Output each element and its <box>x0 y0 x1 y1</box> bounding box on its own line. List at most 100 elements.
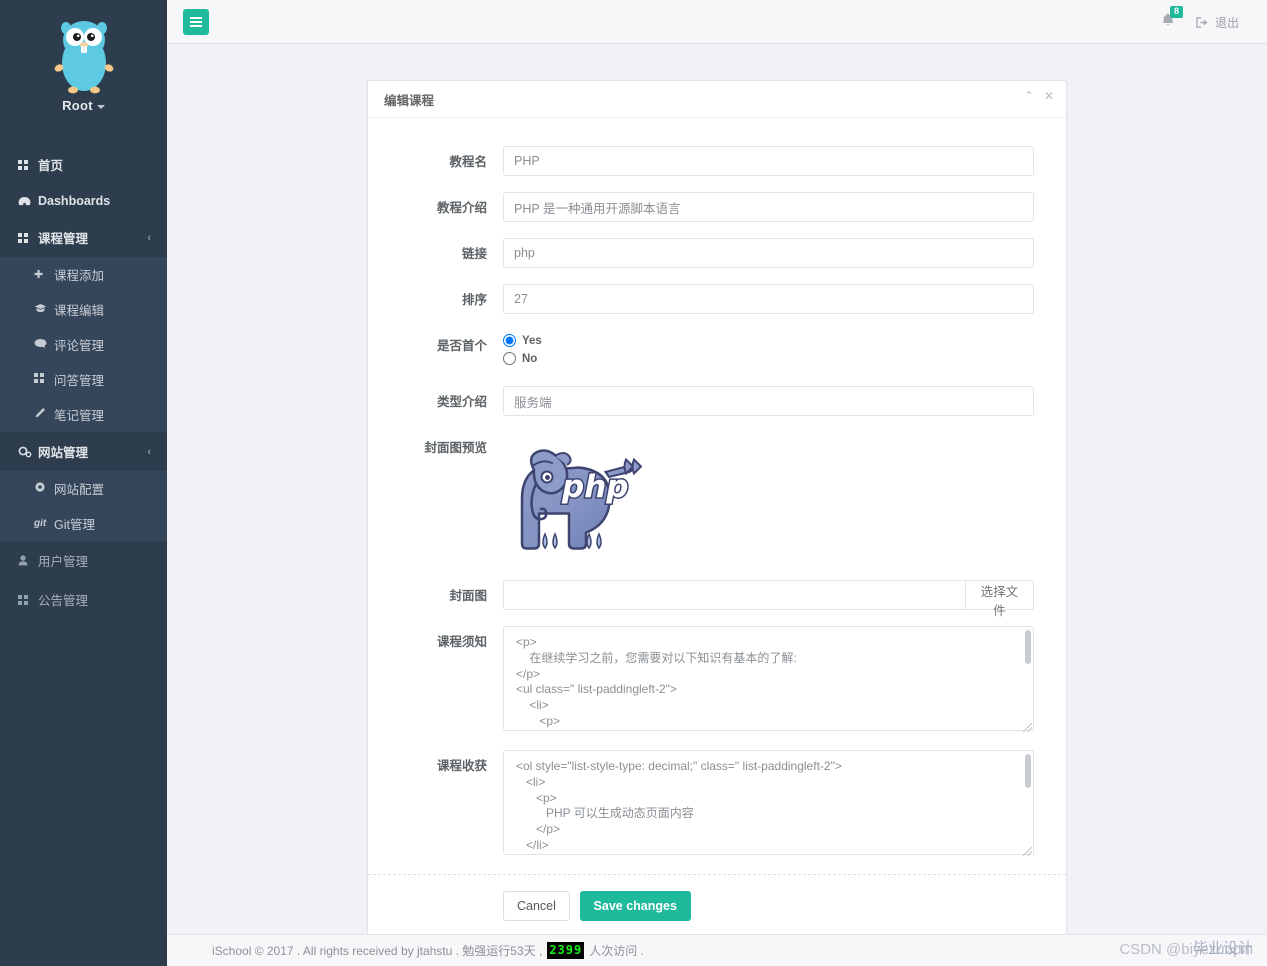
graduation-cap-icon <box>34 303 54 316</box>
notification-badge: 8 <box>1169 6 1183 18</box>
sidebar-item-comment-management[interactable]: 评论管理 <box>0 327 167 362</box>
panel-body: 教程名 教程介绍 链接 排序 <box>368 118 1066 858</box>
sidebar-profile[interactable]: Root <box>0 0 167 119</box>
field-row-sort: 排序 <box>400 284 1034 314</box>
scrollbar-thumb[interactable] <box>1025 630 1031 664</box>
sidebar-item-label: 问答管理 <box>54 374 105 388</box>
sidebar-submenu-course: ✚ 课程添加 课程编辑 评论管理 问答管理 笔记管理 <box>0 257 167 432</box>
is-first-yes-radio[interactable] <box>503 334 516 347</box>
grid-icon <box>18 232 38 243</box>
sidebar-item-label: 网站配置 <box>54 483 105 497</box>
git-icon: git <box>34 518 47 529</box>
sign-out-icon <box>1196 16 1208 28</box>
sidebar-item-site-management[interactable]: 网站管理 ‹ <box>0 432 167 471</box>
field-row-course-gains: 课程收获 <ol style="list-style-type: decimal… <box>400 750 1034 858</box>
sidebar-item-user-management[interactable]: 用户管理 <box>0 541 167 580</box>
notifications-button[interactable]: 8 <box>1161 6 1183 32</box>
link-input[interactable] <box>503 238 1034 268</box>
edit-course-panel: 编辑课程 ⌃ ✕ 教程名 教程介绍 <box>367 80 1067 934</box>
course-intro-input[interactable] <box>503 192 1034 222</box>
course-name-input[interactable] <box>503 146 1034 176</box>
field-row-cover-upload: 封面图 选择文件 <box>400 580 1034 618</box>
label-course-intro: 教程介绍 <box>436 201 487 215</box>
panel-footer: Cancel Save changes <box>368 874 1066 934</box>
scrollbar-thumb[interactable] <box>1025 754 1031 788</box>
sidebar-profile-name: Root <box>0 98 167 113</box>
sidebar-item-label: 课程添加 <box>54 269 105 283</box>
sidebar-item-note-management[interactable]: 笔记管理 <box>0 397 167 432</box>
sidebar-item-label: 用户管理 <box>38 555 89 569</box>
cover-file-path-input[interactable] <box>503 580 966 610</box>
sidebar-item-label: 笔记管理 <box>54 409 105 423</box>
sidebar-item-label: Dashboards <box>38 194 111 208</box>
comment-icon <box>34 338 54 352</box>
sidebar-item-label: 评论管理 <box>54 339 105 353</box>
profile-name-text: Root <box>62 98 93 113</box>
label-cover-upload: 封面图 <box>449 589 487 603</box>
hamburger-icon[interactable] <box>183 9 209 35</box>
sidebar-item-label: 公告管理 <box>38 594 89 608</box>
cancel-button[interactable]: Cancel <box>503 891 570 921</box>
sidebar-item-course-management[interactable]: 课程管理 ‹ <box>0 218 167 257</box>
visitor-counter: 2399 <box>547 942 585 959</box>
field-row-link: 链接 <box>400 238 1034 268</box>
sidebar-item-site-config[interactable]: 网站配置 <box>0 471 167 506</box>
sidebar-item-dashboards[interactable]: Dashboards <box>0 184 167 218</box>
logout-label: 退出 <box>1214 15 1239 30</box>
logout-button[interactable]: 退出 <box>1195 14 1239 31</box>
watermark-overlay-text: 毕业设计 <box>1192 940 1253 957</box>
save-button[interactable]: Save changes <box>579 891 691 921</box>
go-gopher-logo <box>54 21 113 94</box>
grid-icon <box>34 373 54 386</box>
field-row-course-intro: 教程介绍 <box>400 192 1034 222</box>
is-first-radio-group: Yes No <box>503 330 1034 365</box>
sidebar-item-home[interactable]: 首页 <box>0 145 167 184</box>
grid-icon <box>18 159 38 170</box>
sidebar-submenu-site: 网站配置 git Git管理 <box>0 471 167 541</box>
panel-header: 编辑课程 ⌃ ✕ <box>368 81 1066 118</box>
sidebar-item-announcement-management[interactable]: 公告管理 <box>0 580 167 619</box>
topbar: 8 退出 <box>167 0 1267 44</box>
sidebar-item-label: 课程编辑 <box>54 304 105 318</box>
sidebar-item-qa-management[interactable]: 问答管理 <box>0 362 167 397</box>
resize-grip-icon[interactable] <box>1023 723 1032 732</box>
pencil-icon <box>34 407 54 422</box>
sidebar-item-label: 网站管理 <box>38 446 89 460</box>
sidebar-item-course-edit[interactable]: 课程编辑 <box>0 292 167 327</box>
user-icon <box>18 555 38 566</box>
resize-grip-icon[interactable] <box>1023 847 1032 856</box>
dashboard-icon <box>18 196 38 207</box>
is-first-no-label: No <box>522 352 538 365</box>
chevron-down-icon <box>96 104 105 109</box>
radio-option-no[interactable]: No <box>503 352 1034 365</box>
course-gains-textarea[interactable]: <ol style="list-style-type: decimal;" cl… <box>503 750 1034 855</box>
php-elephant-logo: php <box>520 449 643 550</box>
sidebar: Root 首页 Dashboards 课程管理 ‹ ✚ 课程添加 课程编辑 评论… <box>0 0 167 966</box>
course-notice-wrapper: <p> 在继续学习之前，您需要对以下知识有基本的了解: </p> <ul cla… <box>503 626 1034 734</box>
sort-input[interactable] <box>503 284 1034 314</box>
course-notice-textarea[interactable]: <p> 在继续学习之前，您需要对以下知识有基本的了解: </p> <ul cla… <box>503 626 1034 731</box>
choose-file-button[interactable]: 选择文件 <box>965 580 1034 618</box>
course-gains-wrapper: <ol style="list-style-type: decimal;" cl… <box>503 750 1034 858</box>
sidebar-item-label: 首页 <box>38 159 64 173</box>
radio-option-yes[interactable]: Yes <box>503 334 1034 347</box>
field-row-cover-preview: 封面图预览 php <box>400 432 1034 564</box>
plus-icon: ✚ <box>34 269 44 281</box>
sidebar-item-course-add[interactable]: ✚ 课程添加 <box>0 257 167 292</box>
footer-text-before: iSchool © 2017 . All rights received by … <box>212 944 543 958</box>
is-first-no-radio[interactable] <box>503 352 516 365</box>
chevron-left-icon: ‹ <box>147 231 151 244</box>
cover-preview-box: php <box>503 432 1034 564</box>
field-row-type-intro: 类型介绍 <box>400 386 1034 416</box>
close-icon[interactable]: ✕ <box>1044 90 1054 102</box>
label-course-notice: 课程须知 <box>436 635 487 649</box>
field-row-course-notice: 课程须知 <p> 在继续学习之前，您需要对以下知识有基本的了解: </p> <u… <box>400 626 1034 734</box>
chevron-up-icon[interactable]: ⌃ <box>1024 90 1034 102</box>
label-cover-preview: 封面图预览 <box>424 441 487 455</box>
sidebar-item-git-management[interactable]: git Git管理 <box>0 506 167 541</box>
main-content: 编辑课程 ⌃ ✕ 教程名 教程介绍 <box>167 44 1267 934</box>
grid-icon <box>18 594 38 605</box>
label-sort: 排序 <box>461 293 487 307</box>
label-is-first: 是否首个 <box>436 339 487 353</box>
type-intro-input[interactable] <box>503 386 1034 416</box>
